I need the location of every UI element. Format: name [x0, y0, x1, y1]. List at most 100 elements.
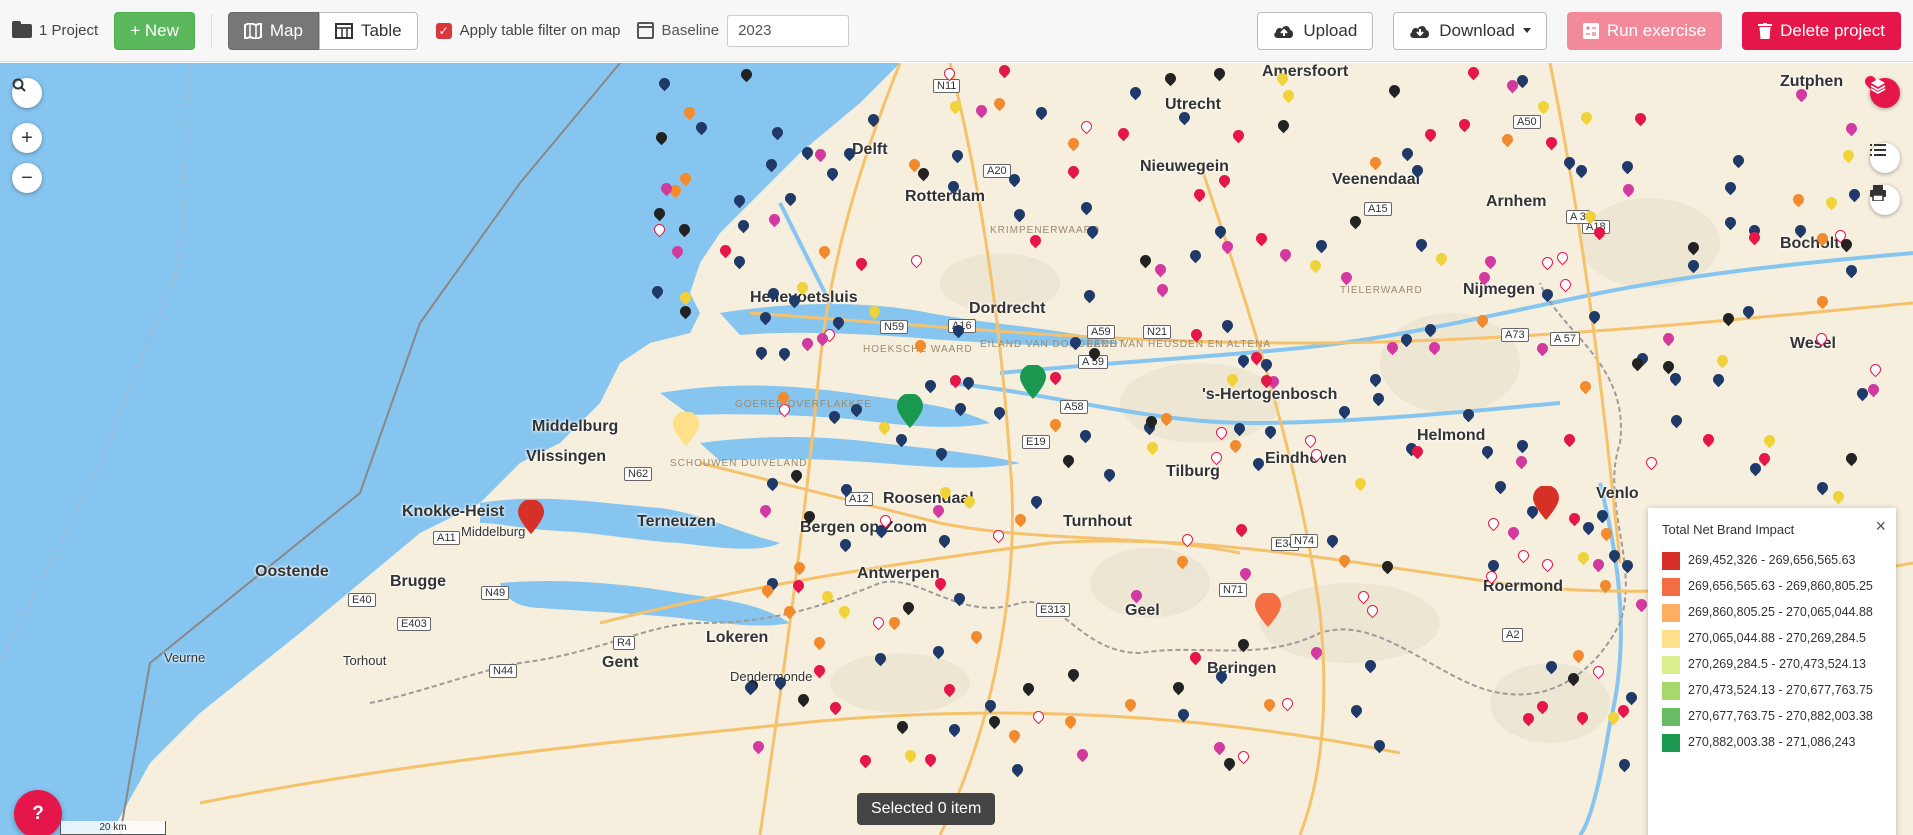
city-label: Zutphen	[1780, 73, 1844, 90]
legend-label: 269,860,805.25 - 270,065,044.88	[1688, 605, 1873, 619]
list-icon	[1870, 144, 1886, 156]
road-label: A2	[1502, 628, 1524, 642]
city-label: Roosendaal	[883, 490, 974, 507]
city-label: Tilburg	[1166, 463, 1220, 480]
delete-project-label: Delete project	[1780, 20, 1885, 40]
city-label: Turnhout	[1063, 513, 1133, 530]
legend-swatch	[1662, 552, 1680, 570]
legend-label: 270,473,524.13 - 270,677,763.75	[1688, 683, 1873, 697]
print-button[interactable]	[1870, 185, 1900, 215]
layers-icon	[1870, 79, 1886, 94]
region-label: KRIMPENERWAARD	[990, 225, 1101, 236]
city-label: Bocholt	[1780, 235, 1840, 252]
city-label: Eindhoven	[1265, 450, 1347, 467]
city-label: Utrecht	[1165, 96, 1222, 113]
zoom-in-button[interactable]: +	[12, 123, 42, 153]
road-label: A58	[1060, 400, 1088, 414]
legend-label: 270,882,003.38 - 271,086,243	[1688, 735, 1856, 749]
road-label: N21	[1143, 325, 1172, 339]
download-label: Download	[1439, 20, 1515, 40]
cloud-download-icon	[1410, 25, 1430, 38]
road-label: A 57	[1550, 332, 1581, 346]
new-button[interactable]: + New	[114, 11, 195, 50]
calculator-icon	[1582, 22, 1599, 39]
view-toggle: Map Table	[227, 11, 418, 50]
table-icon	[334, 22, 353, 39]
apply-filter-label: Apply table filter on map	[459, 22, 621, 39]
city-label: Vlissingen	[526, 448, 607, 465]
result-pin-red[interactable]	[518, 500, 544, 534]
road-label: R4	[613, 636, 636, 650]
cloud-upload-icon	[1274, 25, 1294, 38]
legend-swatch	[1662, 578, 1680, 596]
legend-item: 270,677,763.75 - 270,882,003.38	[1662, 707, 1882, 726]
layers-button[interactable]	[1870, 78, 1900, 108]
city-label: Dendermonde	[730, 669, 813, 684]
map-view-button[interactable]: Map	[227, 11, 319, 50]
list-button[interactable]	[1870, 143, 1900, 173]
result-pin-darkgreen[interactable]	[897, 394, 923, 428]
baseline-year-input[interactable]	[727, 14, 850, 47]
apply-filter-checkbox[interactable]: ✓	[435, 22, 452, 39]
road-label: N11	[933, 79, 961, 93]
result-pin-red[interactable]	[1533, 486, 1559, 520]
result-pin-darkgreen[interactable]	[1020, 365, 1046, 399]
road-label: E403	[397, 617, 431, 631]
legend-item: 270,473,524.13 - 270,677,763.75	[1662, 681, 1882, 700]
city-label: Delft	[852, 141, 888, 158]
city-label: Brugge	[390, 573, 446, 590]
legend-close-button[interactable]: ×	[1875, 516, 1886, 537]
city-label: Bergen op Zoom	[800, 519, 928, 536]
apply-filter-toggle[interactable]: ✓ Apply table filter on map	[435, 22, 621, 39]
help-button[interactable]: ?	[14, 790, 62, 835]
road-label: N71	[1219, 583, 1248, 597]
folder-icon	[12, 20, 32, 38]
legend-item: 270,882,003.38 - 271,086,243	[1662, 733, 1882, 752]
city-label: Veenendaal	[1332, 171, 1421, 188]
result-pin-orange[interactable]	[1255, 593, 1281, 627]
road-label: N74	[1290, 534, 1319, 548]
upload-button[interactable]: Upload	[1257, 11, 1374, 50]
road-label: N59	[880, 320, 909, 334]
road-label: E19	[1022, 435, 1050, 449]
selected-count-badge: Selected 0 item	[857, 793, 996, 825]
road-label: N44	[489, 664, 518, 678]
legend-swatch	[1662, 682, 1680, 700]
map-canvas[interactable]: GOEREE OVERFLAKKEE SCHOUWEN DUIVELAND HO…	[0, 63, 1913, 835]
city-label: Helmond	[1417, 427, 1486, 444]
print-icon	[1870, 185, 1886, 201]
zoom-out-button[interactable]: −	[12, 163, 42, 193]
city-label: Oostende	[255, 563, 329, 580]
search-icon	[12, 78, 26, 92]
legend-item: 269,656,565.63 - 269,860,805.25	[1662, 577, 1882, 596]
legend-swatch	[1662, 630, 1680, 648]
map-search-button[interactable]	[12, 78, 42, 108]
calendar-icon	[636, 22, 654, 39]
upload-label: Upload	[1303, 20, 1358, 40]
result-pin-yellow[interactable]	[673, 412, 699, 446]
city-label: Terneuzen	[637, 513, 716, 530]
road-label: N49	[481, 586, 510, 600]
map-scale-bar: 20 km	[60, 821, 166, 835]
legend-item: 269,452,326 - 269,656,565.63	[1662, 551, 1882, 570]
delete-project-button[interactable]: Delete project	[1742, 11, 1901, 50]
table-view-button[interactable]: Table	[318, 11, 418, 50]
city-label: Geel	[1125, 602, 1160, 619]
map-icon	[243, 22, 262, 39]
city-label: Dordrecht	[969, 300, 1046, 317]
map-view-label: Map	[269, 20, 303, 40]
city-label: Lokeren	[706, 629, 769, 646]
download-button[interactable]: Download	[1393, 11, 1547, 50]
city-label: Torhout	[343, 653, 387, 668]
region-label: TIELERWAARD	[1340, 285, 1423, 296]
project-selector[interactable]: 1 Project	[12, 20, 98, 39]
action-buttons: Upload Download Run exercise Delete proj…	[1257, 11, 1901, 50]
road-label: A11	[433, 531, 460, 545]
city-label: Arnhem	[1486, 193, 1547, 210]
legend-list: 269,452,326 - 269,656,565.63 269,656,565.…	[1662, 551, 1882, 752]
road-label: N62	[624, 467, 653, 481]
legend-label: 269,452,326 - 269,656,565.63	[1688, 553, 1856, 567]
city-label: Veurne	[164, 650, 206, 665]
top-toolbar: 1 Project + New Map Table ✓ Apply table …	[0, 0, 1913, 62]
run-exercise-button[interactable]: Run exercise	[1566, 11, 1723, 50]
